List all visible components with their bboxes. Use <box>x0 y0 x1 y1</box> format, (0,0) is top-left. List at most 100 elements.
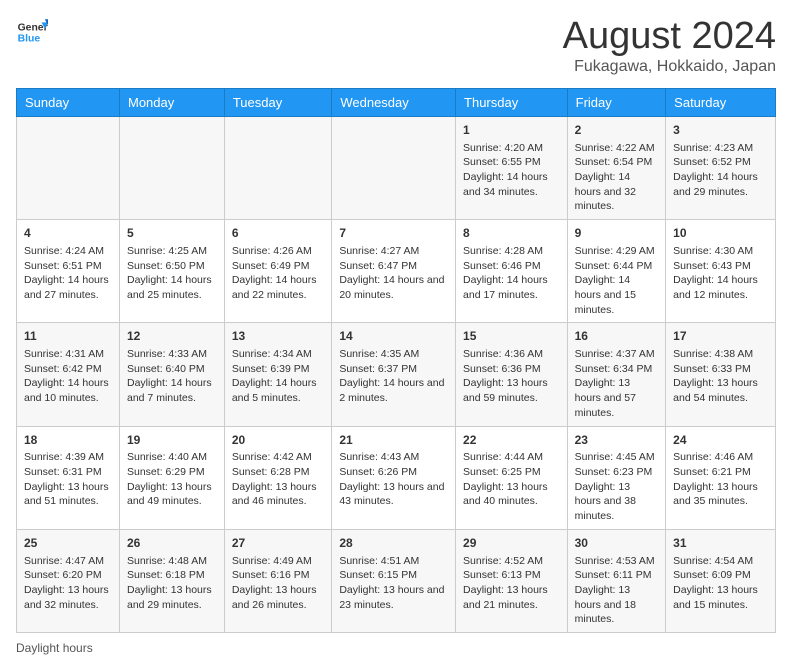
day-cell: 18Sunrise: 4:39 AM Sunset: 6:31 PM Dayli… <box>17 426 120 529</box>
day-number: 10 <box>673 225 768 242</box>
day-cell: 4Sunrise: 4:24 AM Sunset: 6:51 PM Daylig… <box>17 220 120 323</box>
day-content: Sunrise: 4:44 AM Sunset: 6:25 PM Dayligh… <box>463 450 560 509</box>
day-content: Sunrise: 4:53 AM Sunset: 6:11 PM Dayligh… <box>575 554 659 627</box>
day-number: 2 <box>575 122 659 139</box>
daylight-label: Daylight hours <box>16 641 93 655</box>
day-number: 28 <box>339 535 448 552</box>
day-number: 17 <box>673 328 768 345</box>
day-content: Sunrise: 4:28 AM Sunset: 6:46 PM Dayligh… <box>463 244 560 303</box>
day-number: 19 <box>127 432 217 449</box>
day-content: Sunrise: 4:47 AM Sunset: 6:20 PM Dayligh… <box>24 554 112 613</box>
day-number: 18 <box>24 432 112 449</box>
day-number: 24 <box>673 432 768 449</box>
day-content: Sunrise: 4:49 AM Sunset: 6:16 PM Dayligh… <box>232 554 325 613</box>
day-content: Sunrise: 4:45 AM Sunset: 6:23 PM Dayligh… <box>575 450 659 523</box>
day-cell: 31Sunrise: 4:54 AM Sunset: 6:09 PM Dayli… <box>666 529 776 632</box>
day-cell: 9 Sunrise: 4:29 AM Sunset: 6:44 PM Daylig… <box>567 220 666 323</box>
day-number: 30 <box>575 535 659 552</box>
day-number: 9 <box>575 225 659 242</box>
day-cell: 22Sunrise: 4:44 AM Sunset: 6:25 PM Dayli… <box>456 426 568 529</box>
day-number: 3 <box>673 122 768 139</box>
day-content: Sunrise: 4:42 AM Sunset: 6:28 PM Dayligh… <box>232 450 325 509</box>
day-content: Sunrise: 4:35 AM Sunset: 6:37 PM Dayligh… <box>339 347 448 406</box>
header-day-saturday: Saturday <box>666 88 776 116</box>
day-number: 26 <box>127 535 217 552</box>
day-cell: 6 Sunrise: 4:26 AM Sunset: 6:49 PM Daylig… <box>224 220 332 323</box>
day-cell: 21Sunrise: 4:43 AM Sunset: 6:26 PM Dayli… <box>332 426 456 529</box>
header-row: SundayMondayTuesdayWednesdayThursdayFrid… <box>17 88 776 116</box>
day-content: Sunrise: 4:38 AM Sunset: 6:33 PM Dayligh… <box>673 347 768 406</box>
day-cell: 5Sunrise: 4:25 AM Sunset: 6:50 PM Daylig… <box>120 220 225 323</box>
day-cell: 16 Sunrise: 4:37 AM Sunset: 6:34 PM Dayli… <box>567 323 666 426</box>
day-cell: 3 Sunrise: 4:23 AM Sunset: 6:52 PM Daylig… <box>666 116 776 219</box>
day-number: 6 <box>232 225 325 242</box>
week-row-4: 18Sunrise: 4:39 AM Sunset: 6:31 PM Dayli… <box>17 426 776 529</box>
day-cell: 25 Sunrise: 4:47 AM Sunset: 6:20 PM Dayli… <box>17 529 120 632</box>
page-header: General Blue August 2024 Fukagawa, Hokka… <box>16 16 776 76</box>
day-content: Sunrise: 4:52 AM Sunset: 6:13 PM Dayligh… <box>463 554 560 613</box>
day-cell: 29Sunrise: 4:52 AM Sunset: 6:13 PM Dayli… <box>456 529 568 632</box>
day-cell: 24Sunrise: 4:46 AM Sunset: 6:21 PM Dayli… <box>666 426 776 529</box>
day-number: 22 <box>463 432 560 449</box>
day-content: Sunrise: 4:43 AM Sunset: 6:26 PM Dayligh… <box>339 450 448 509</box>
day-cell: 30 Sunrise: 4:53 AM Sunset: 6:11 PM Dayli… <box>567 529 666 632</box>
day-content: Sunrise: 4:51 AM Sunset: 6:15 PM Dayligh… <box>339 554 448 613</box>
day-cell: 2Sunrise: 4:22 AM Sunset: 6:54 PM Daylig… <box>567 116 666 219</box>
day-content: Sunrise: 4:46 AM Sunset: 6:21 PM Dayligh… <box>673 450 768 509</box>
day-cell <box>120 116 225 219</box>
day-content: Sunrise: 4:40 AM Sunset: 6:29 PM Dayligh… <box>127 450 217 509</box>
day-cell: 7Sunrise: 4:27 AM Sunset: 6:47 PM Daylig… <box>332 220 456 323</box>
day-cell: 19Sunrise: 4:40 AM Sunset: 6:29 PM Dayli… <box>120 426 225 529</box>
header-day-tuesday: Tuesday <box>224 88 332 116</box>
month-title: August 2024 <box>563 16 776 58</box>
header-day-friday: Friday <box>567 88 666 116</box>
day-number: 25 <box>24 535 112 552</box>
logo: General Blue <box>16 16 48 48</box>
svg-text:Blue: Blue <box>18 34 41 45</box>
day-cell <box>17 116 120 219</box>
day-content: Sunrise: 4:54 AM Sunset: 6:09 PM Dayligh… <box>673 554 768 613</box>
day-number: 8 <box>463 225 560 242</box>
day-cell: 20Sunrise: 4:42 AM Sunset: 6:28 PM Dayli… <box>224 426 332 529</box>
day-content: Sunrise: 4:48 AM Sunset: 6:18 PM Dayligh… <box>127 554 217 613</box>
header-day-thursday: Thursday <box>456 88 568 116</box>
day-content: Sunrise: 4:39 AM Sunset: 6:31 PM Dayligh… <box>24 450 112 509</box>
day-cell: 10 Sunrise: 4:30 AM Sunset: 6:43 PM Dayli… <box>666 220 776 323</box>
logo-icon: General Blue <box>16 16 48 48</box>
footer: Daylight hours <box>16 641 776 655</box>
day-number: 4 <box>24 225 112 242</box>
day-number: 23 <box>575 432 659 449</box>
day-content: Sunrise: 4:37 AM Sunset: 6:34 PM Dayligh… <box>575 347 659 420</box>
day-number: 7 <box>339 225 448 242</box>
day-content: Sunrise: 4:29 AM Sunset: 6:44 PM Dayligh… <box>575 244 659 317</box>
day-content: Sunrise: 4:30 AM Sunset: 6:43 PM Dayligh… <box>673 244 768 303</box>
day-content: Sunrise: 4:31 AM Sunset: 6:42 PM Dayligh… <box>24 347 112 406</box>
day-number: 27 <box>232 535 325 552</box>
week-row-2: 4Sunrise: 4:24 AM Sunset: 6:51 PM Daylig… <box>17 220 776 323</box>
day-number: 21 <box>339 432 448 449</box>
day-content: Sunrise: 4:26 AM Sunset: 6:49 PM Dayligh… <box>232 244 325 303</box>
day-number: 11 <box>24 328 112 345</box>
day-number: 1 <box>463 122 560 139</box>
day-cell: 12Sunrise: 4:33 AM Sunset: 6:40 PM Dayli… <box>120 323 225 426</box>
day-content: Sunrise: 4:25 AM Sunset: 6:50 PM Dayligh… <box>127 244 217 303</box>
day-cell: 1 Sunrise: 4:20 AM Sunset: 6:55 PM Daylig… <box>456 116 568 219</box>
day-content: Sunrise: 4:36 AM Sunset: 6:36 PM Dayligh… <box>463 347 560 406</box>
week-row-5: 25 Sunrise: 4:47 AM Sunset: 6:20 PM Dayli… <box>17 529 776 632</box>
day-number: 16 <box>575 328 659 345</box>
day-number: 14 <box>339 328 448 345</box>
day-cell <box>332 116 456 219</box>
calendar-table: SundayMondayTuesdayWednesdayThursdayFrid… <box>16 88 776 633</box>
day-cell: 13Sunrise: 4:34 AM Sunset: 6:39 PM Dayli… <box>224 323 332 426</box>
day-cell: 11 Sunrise: 4:31 AM Sunset: 6:42 PM Dayli… <box>17 323 120 426</box>
day-cell: 15Sunrise: 4:36 AM Sunset: 6:36 PM Dayli… <box>456 323 568 426</box>
day-content: Sunrise: 4:34 AM Sunset: 6:39 PM Dayligh… <box>232 347 325 406</box>
day-content: Sunrise: 4:23 AM Sunset: 6:52 PM Dayligh… <box>673 141 768 200</box>
location: Fukagawa, Hokkaido, Japan <box>563 58 776 76</box>
day-cell <box>224 116 332 219</box>
day-content: Sunrise: 4:20 AM Sunset: 6:55 PM Dayligh… <box>463 141 560 200</box>
header-day-wednesday: Wednesday <box>332 88 456 116</box>
day-cell: 23Sunrise: 4:45 AM Sunset: 6:23 PM Dayli… <box>567 426 666 529</box>
day-cell: 8 Sunrise: 4:28 AM Sunset: 6:46 PM Daylig… <box>456 220 568 323</box>
day-cell: 27 Sunrise: 4:49 AM Sunset: 6:16 PM Dayli… <box>224 529 332 632</box>
